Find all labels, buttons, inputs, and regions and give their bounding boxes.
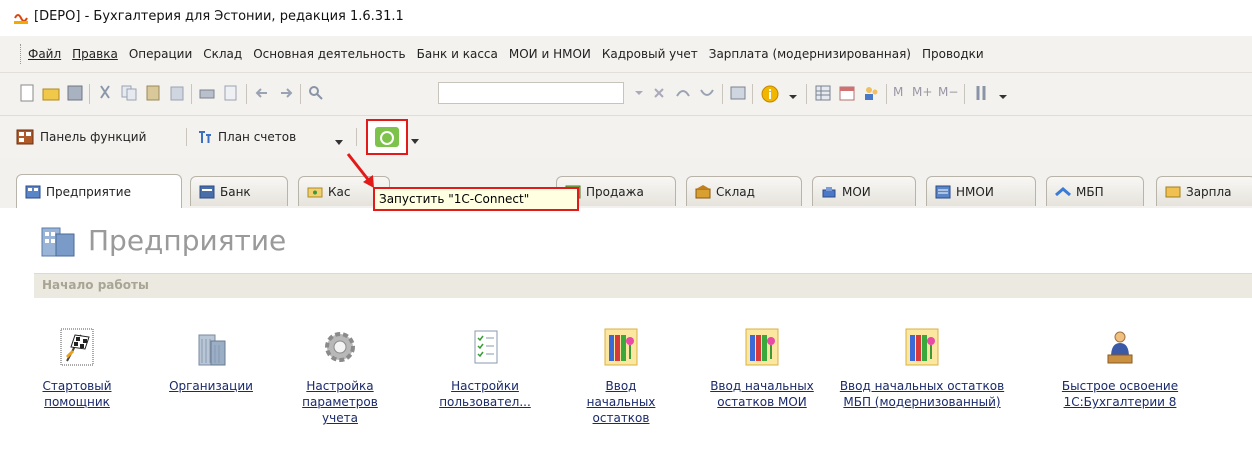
users-icon[interactable] [862, 84, 880, 102]
connect-tooltip: Запустить "1С-Connect" [373, 187, 579, 211]
windows-icon[interactable] [729, 84, 747, 102]
tab-warehouse[interactable]: Склад [686, 176, 802, 206]
books-icon [604, 328, 638, 366]
menu-grip[interactable] [20, 44, 23, 64]
menu-bar: Файл Правка Операции Склад Основная деят… [0, 36, 1252, 73]
print-icon[interactable] [198, 84, 216, 102]
menu-hr[interactable]: Кадровый учет [602, 47, 698, 61]
page-title: Предприятие [88, 224, 287, 257]
memory-plus-button[interactable]: M+ [912, 85, 932, 99]
search-input[interactable] [438, 82, 624, 104]
standard-toolbar: M M+ M− [0, 73, 1252, 116]
chart-of-accounts-label: План счетов [218, 130, 297, 144]
organizations-link[interactable]: Организации [164, 327, 258, 394]
function-toolbar: Панель функций План счетов [0, 116, 1252, 159]
forward-arrow-icon[interactable] [277, 84, 295, 102]
opening-balances-link[interactable]: Ввод начальных остатков [576, 327, 666, 426]
search-previous-icon[interactable] [698, 84, 716, 102]
user-settings-link[interactable]: Настройки пользовател... [426, 327, 544, 410]
tab-bank[interactable]: Банк [190, 176, 288, 206]
tab-enterprise[interactable]: Предприятие [16, 174, 182, 208]
tab-low-value-items[interactable]: МБП [1046, 176, 1144, 206]
menu-fixed-assets[interactable]: МОИ и НМОИ [509, 47, 591, 61]
enterprise-section-icon [41, 227, 75, 257]
clear-search-icon[interactable] [650, 84, 668, 102]
tab-salary[interactable]: Зарпла [1156, 176, 1252, 206]
low-value-items-icon [1055, 186, 1071, 196]
checklist-icon [474, 330, 498, 364]
intangible-assets-icon [935, 185, 951, 198]
search-next-icon[interactable] [674, 84, 692, 102]
search-dropdown-icon[interactable] [630, 84, 648, 102]
enterprise-icon [25, 185, 41, 198]
function-panel-button[interactable]: Панель функций [16, 126, 146, 148]
menu-main-activity[interactable]: Основная деятельность [253, 47, 405, 61]
cash-icon [307, 187, 323, 197]
checkered-flag-icon [60, 328, 94, 366]
tools-dropdown-icon[interactable] [994, 84, 1012, 102]
connect-1c-icon [375, 127, 399, 147]
chart-of-accounts-icon [199, 131, 211, 143]
start-assistant-link[interactable]: Стартовый помощник [40, 327, 114, 410]
clipboard-icon[interactable] [168, 84, 186, 102]
open-folder-icon[interactable] [42, 84, 60, 102]
new-document-icon[interactable] [18, 84, 36, 102]
menu-warehouse[interactable]: Склад [203, 47, 242, 61]
quick-learning-link[interactable]: Быстрое освоение 1С:Бухгалтерии 8 [1036, 327, 1204, 410]
info-icon[interactable] [760, 84, 779, 103]
save-icon[interactable] [66, 84, 84, 102]
copy-icon[interactable] [120, 84, 138, 102]
opening-balances-fixed-assets-link[interactable]: Ввод начальных остатков МОИ [704, 327, 820, 410]
start-work-group: Начало работы [34, 273, 1252, 298]
print-preview-icon[interactable] [222, 84, 240, 102]
window-title: [DEPO] - Бухгалтерия для Эстонии, редакц… [34, 9, 404, 24]
function-panel-label: Панель функций [40, 130, 147, 144]
back-arrow-icon[interactable] [253, 84, 271, 102]
app-logo-icon [14, 14, 28, 24]
calendar-icon[interactable] [838, 84, 856, 102]
tab-fixed-assets[interactable]: МОИ [812, 176, 916, 206]
start-work-label: Начало работы [42, 278, 149, 292]
menu-edit[interactable]: Правка [72, 47, 118, 61]
fixed-assets-icon [822, 186, 836, 197]
warehouse-icon [695, 184, 711, 198]
gear-icon [325, 332, 355, 362]
paste-icon[interactable] [144, 84, 162, 102]
memory-button[interactable]: M [893, 85, 903, 99]
memory-minus-button[interactable]: M− [938, 85, 958, 99]
chart-of-accounts-button[interactable]: План счетов [198, 126, 296, 148]
books-icon [905, 328, 939, 366]
info-dropdown-icon[interactable] [784, 84, 802, 102]
connect-dropdown-icon[interactable] [411, 139, 419, 144]
menu-bank-cash[interactable]: Банк и касса [417, 47, 498, 61]
chart-dropdown-icon[interactable] [335, 140, 343, 145]
teacher-icon [1107, 331, 1133, 364]
table-icon[interactable] [814, 84, 832, 102]
books-icon [745, 328, 779, 366]
title-bar: [DEPO] - Бухгалтерия для Эстонии, редакц… [0, 0, 1252, 36]
menu-operations[interactable]: Операции [129, 47, 192, 61]
menu-file[interactable]: Файл [28, 47, 61, 61]
function-panel-icon [16, 129, 34, 145]
cut-icon[interactable] [96, 84, 114, 102]
tab-intangible-assets[interactable]: НМОИ [926, 176, 1036, 206]
accounting-settings-link[interactable]: Настройка параметров учета [298, 327, 382, 426]
building-icon [198, 334, 226, 366]
menu-entries[interactable]: Проводки [922, 47, 984, 61]
section-tabs: Предприятие Банк Кас Продажа Склад МОИ Н… [0, 158, 1252, 208]
tools-icon[interactable] [972, 84, 990, 102]
menu-salary[interactable]: Зарплата (модернизированная) [709, 47, 911, 61]
salary-icon [1165, 186, 1181, 197]
bank-icon [199, 185, 215, 198]
opening-balances-low-value-items-link[interactable]: Ввод начальных остатков МБП (модернизова… [838, 327, 1006, 410]
find-icon[interactable] [307, 84, 325, 102]
